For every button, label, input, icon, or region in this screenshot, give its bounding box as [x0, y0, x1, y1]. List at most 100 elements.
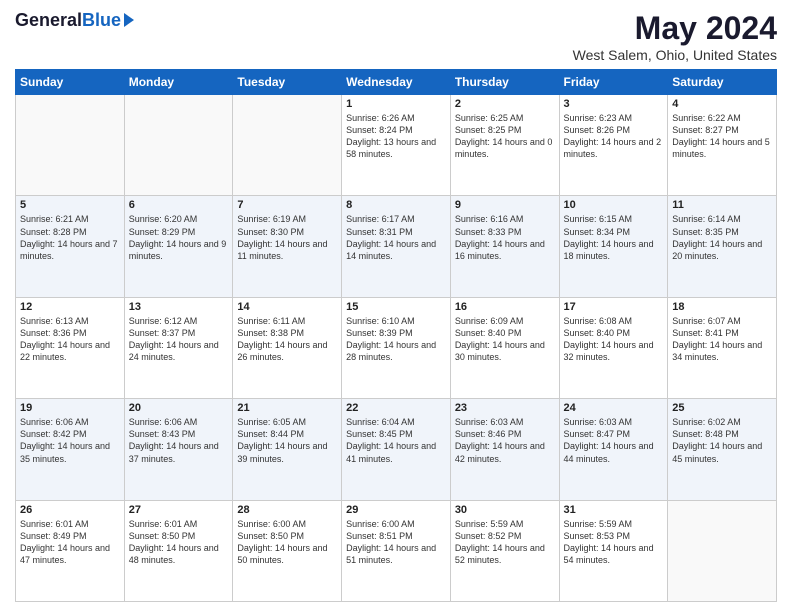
table-row: 12 Sunrise: 6:13 AM Sunset: 8:36 PM Dayli… [16, 297, 125, 398]
logo: General Blue [15, 10, 134, 31]
day-number: 13 [129, 301, 229, 313]
day-info: Sunrise: 6:04 AM Sunset: 8:45 PM Dayligh… [346, 416, 446, 465]
table-row: 1 Sunrise: 6:26 AM Sunset: 8:24 PM Daylig… [342, 95, 451, 196]
table-row [124, 95, 233, 196]
calendar-table: Sunday Monday Tuesday Wednesday Thursday… [15, 69, 777, 602]
day-info: Sunrise: 6:06 AM Sunset: 8:42 PM Dayligh… [20, 416, 120, 465]
day-number: 16 [455, 301, 555, 313]
table-row: 16 Sunrise: 6:09 AM Sunset: 8:40 PM Dayli… [450, 297, 559, 398]
day-info: Sunrise: 6:03 AM Sunset: 8:47 PM Dayligh… [564, 416, 664, 465]
col-monday: Monday [124, 70, 233, 95]
logo-blue-text: Blue [82, 10, 121, 31]
table-row: 29 Sunrise: 6:00 AM Sunset: 8:51 PM Dayli… [342, 500, 451, 601]
table-row: 10Sunrise: 6:15 AM Sunset: 8:34 PM Dayli… [559, 196, 668, 297]
table-row: 17Sunrise: 6:08 AM Sunset: 8:40 PM Dayli… [559, 297, 668, 398]
table-row: 8 Sunrise: 6:17 AM Sunset: 8:31 PM Daylig… [342, 196, 451, 297]
calendar-week-row: 19Sunrise: 6:06 AM Sunset: 8:42 PM Dayli… [16, 399, 777, 500]
calendar-week-row: 5 Sunrise: 6:21 AM Sunset: 8:28 PM Daylig… [16, 196, 777, 297]
header: General Blue May 2024 West Salem, Ohio, … [15, 10, 777, 63]
table-row: 26Sunrise: 6:01 AM Sunset: 8:49 PM Dayli… [16, 500, 125, 601]
day-info: Sunrise: 6:13 AM Sunset: 8:36 PM Dayligh… [20, 315, 120, 364]
day-info: Sunrise: 6:00 AM Sunset: 8:51 PM Dayligh… [346, 518, 446, 567]
col-friday: Friday [559, 70, 668, 95]
day-number: 12 [20, 301, 120, 313]
day-number: 24 [564, 402, 664, 414]
table-row: 4 Sunrise: 6:22 AM Sunset: 8:27 PM Daylig… [668, 95, 777, 196]
day-info: Sunrise: 6:16 AM Sunset: 8:33 PM Dayligh… [455, 213, 555, 262]
day-number: 9 [455, 199, 555, 211]
day-number: 20 [129, 402, 229, 414]
day-info: Sunrise: 6:07 AM Sunset: 8:41 PM Dayligh… [672, 315, 772, 364]
table-row: 23 Sunrise: 6:03 AM Sunset: 8:46 PM Dayli… [450, 399, 559, 500]
table-row: 7 Sunrise: 6:19 AM Sunset: 8:30 PM Daylig… [233, 196, 342, 297]
day-number: 7 [237, 199, 337, 211]
day-number: 8 [346, 199, 446, 211]
table-row: 20 Sunrise: 6:06 AM Sunset: 8:43 PM Dayli… [124, 399, 233, 500]
day-number: 15 [346, 301, 446, 313]
table-row: 5 Sunrise: 6:21 AM Sunset: 8:28 PM Daylig… [16, 196, 125, 297]
day-info: Sunrise: 6:02 AM Sunset: 8:48 PM Dayligh… [672, 416, 772, 465]
table-row [668, 500, 777, 601]
day-number: 25 [672, 402, 772, 414]
table-row: 3 Sunrise: 6:23 AM Sunset: 8:26 PM Daylig… [559, 95, 668, 196]
day-number: 5 [20, 199, 120, 211]
table-row: 9 Sunrise: 6:16 AM Sunset: 8:33 PM Daylig… [450, 196, 559, 297]
table-row [16, 95, 125, 196]
day-info: Sunrise: 6:22 AM Sunset: 8:27 PM Dayligh… [672, 112, 772, 161]
col-tuesday: Tuesday [233, 70, 342, 95]
table-row: 6Sunrise: 6:20 AM Sunset: 8:29 PM Daylig… [124, 196, 233, 297]
day-number: 26 [20, 504, 120, 516]
calendar-week-row: 26Sunrise: 6:01 AM Sunset: 8:49 PM Dayli… [16, 500, 777, 601]
day-info: Sunrise: 6:25 AM Sunset: 8:25 PM Dayligh… [455, 112, 555, 161]
day-number: 11 [672, 199, 772, 211]
day-info: Sunrise: 6:05 AM Sunset: 8:44 PM Dayligh… [237, 416, 337, 465]
day-info: Sunrise: 6:26 AM Sunset: 8:24 PM Dayligh… [346, 112, 446, 161]
logo-general-text: General [15, 10, 82, 31]
day-info: Sunrise: 6:15 AM Sunset: 8:34 PM Dayligh… [564, 213, 664, 262]
day-info: Sunrise: 6:19 AM Sunset: 8:30 PM Dayligh… [237, 213, 337, 262]
table-row: 30 Sunrise: 5:59 AM Sunset: 8:52 PM Dayli… [450, 500, 559, 601]
day-info: Sunrise: 6:03 AM Sunset: 8:46 PM Dayligh… [455, 416, 555, 465]
day-number: 22 [346, 402, 446, 414]
day-number: 30 [455, 504, 555, 516]
day-info: Sunrise: 6:10 AM Sunset: 8:39 PM Dayligh… [346, 315, 446, 364]
table-row: 28 Sunrise: 6:00 AM Sunset: 8:50 PM Dayli… [233, 500, 342, 601]
table-row: 14Sunrise: 6:11 AM Sunset: 8:38 PM Dayli… [233, 297, 342, 398]
table-row: 22 Sunrise: 6:04 AM Sunset: 8:45 PM Dayli… [342, 399, 451, 500]
day-info: Sunrise: 6:01 AM Sunset: 8:50 PM Dayligh… [129, 518, 229, 567]
table-row: 24 Sunrise: 6:03 AM Sunset: 8:47 PM Dayli… [559, 399, 668, 500]
day-info: Sunrise: 6:21 AM Sunset: 8:28 PM Dayligh… [20, 213, 120, 262]
title-block: May 2024 West Salem, Ohio, United States [573, 10, 777, 63]
day-info: Sunrise: 6:17 AM Sunset: 8:31 PM Dayligh… [346, 213, 446, 262]
day-number: 14 [237, 301, 337, 313]
table-row: 19Sunrise: 6:06 AM Sunset: 8:42 PM Dayli… [16, 399, 125, 500]
col-thursday: Thursday [450, 70, 559, 95]
day-number: 28 [237, 504, 337, 516]
day-number: 23 [455, 402, 555, 414]
col-wednesday: Wednesday [342, 70, 451, 95]
day-number: 31 [564, 504, 664, 516]
table-row: 25 Sunrise: 6:02 AM Sunset: 8:48 PM Dayli… [668, 399, 777, 500]
day-number: 17 [564, 301, 664, 313]
calendar-week-row: 12 Sunrise: 6:13 AM Sunset: 8:36 PM Dayli… [16, 297, 777, 398]
subtitle: West Salem, Ohio, United States [573, 47, 777, 63]
day-info: Sunrise: 6:23 AM Sunset: 8:26 PM Dayligh… [564, 112, 664, 161]
page: General Blue May 2024 West Salem, Ohio, … [0, 0, 792, 612]
day-info: Sunrise: 6:09 AM Sunset: 8:40 PM Dayligh… [455, 315, 555, 364]
day-info: Sunrise: 6:06 AM Sunset: 8:43 PM Dayligh… [129, 416, 229, 465]
table-row: 15 Sunrise: 6:10 AM Sunset: 8:39 PM Dayli… [342, 297, 451, 398]
day-number: 29 [346, 504, 446, 516]
table-row: 13Sunrise: 6:12 AM Sunset: 8:37 PM Dayli… [124, 297, 233, 398]
day-number: 4 [672, 98, 772, 110]
table-row: 18Sunrise: 6:07 AM Sunset: 8:41 PM Dayli… [668, 297, 777, 398]
day-info: Sunrise: 6:00 AM Sunset: 8:50 PM Dayligh… [237, 518, 337, 567]
day-info: Sunrise: 6:20 AM Sunset: 8:29 PM Dayligh… [129, 213, 229, 262]
header-row: Sunday Monday Tuesday Wednesday Thursday… [16, 70, 777, 95]
day-number: 3 [564, 98, 664, 110]
day-number: 1 [346, 98, 446, 110]
day-number: 2 [455, 98, 555, 110]
table-row: 21Sunrise: 6:05 AM Sunset: 8:44 PM Dayli… [233, 399, 342, 500]
day-info: Sunrise: 5:59 AM Sunset: 8:52 PM Dayligh… [455, 518, 555, 567]
table-row: 2 Sunrise: 6:25 AM Sunset: 8:25 PM Daylig… [450, 95, 559, 196]
day-number: 27 [129, 504, 229, 516]
